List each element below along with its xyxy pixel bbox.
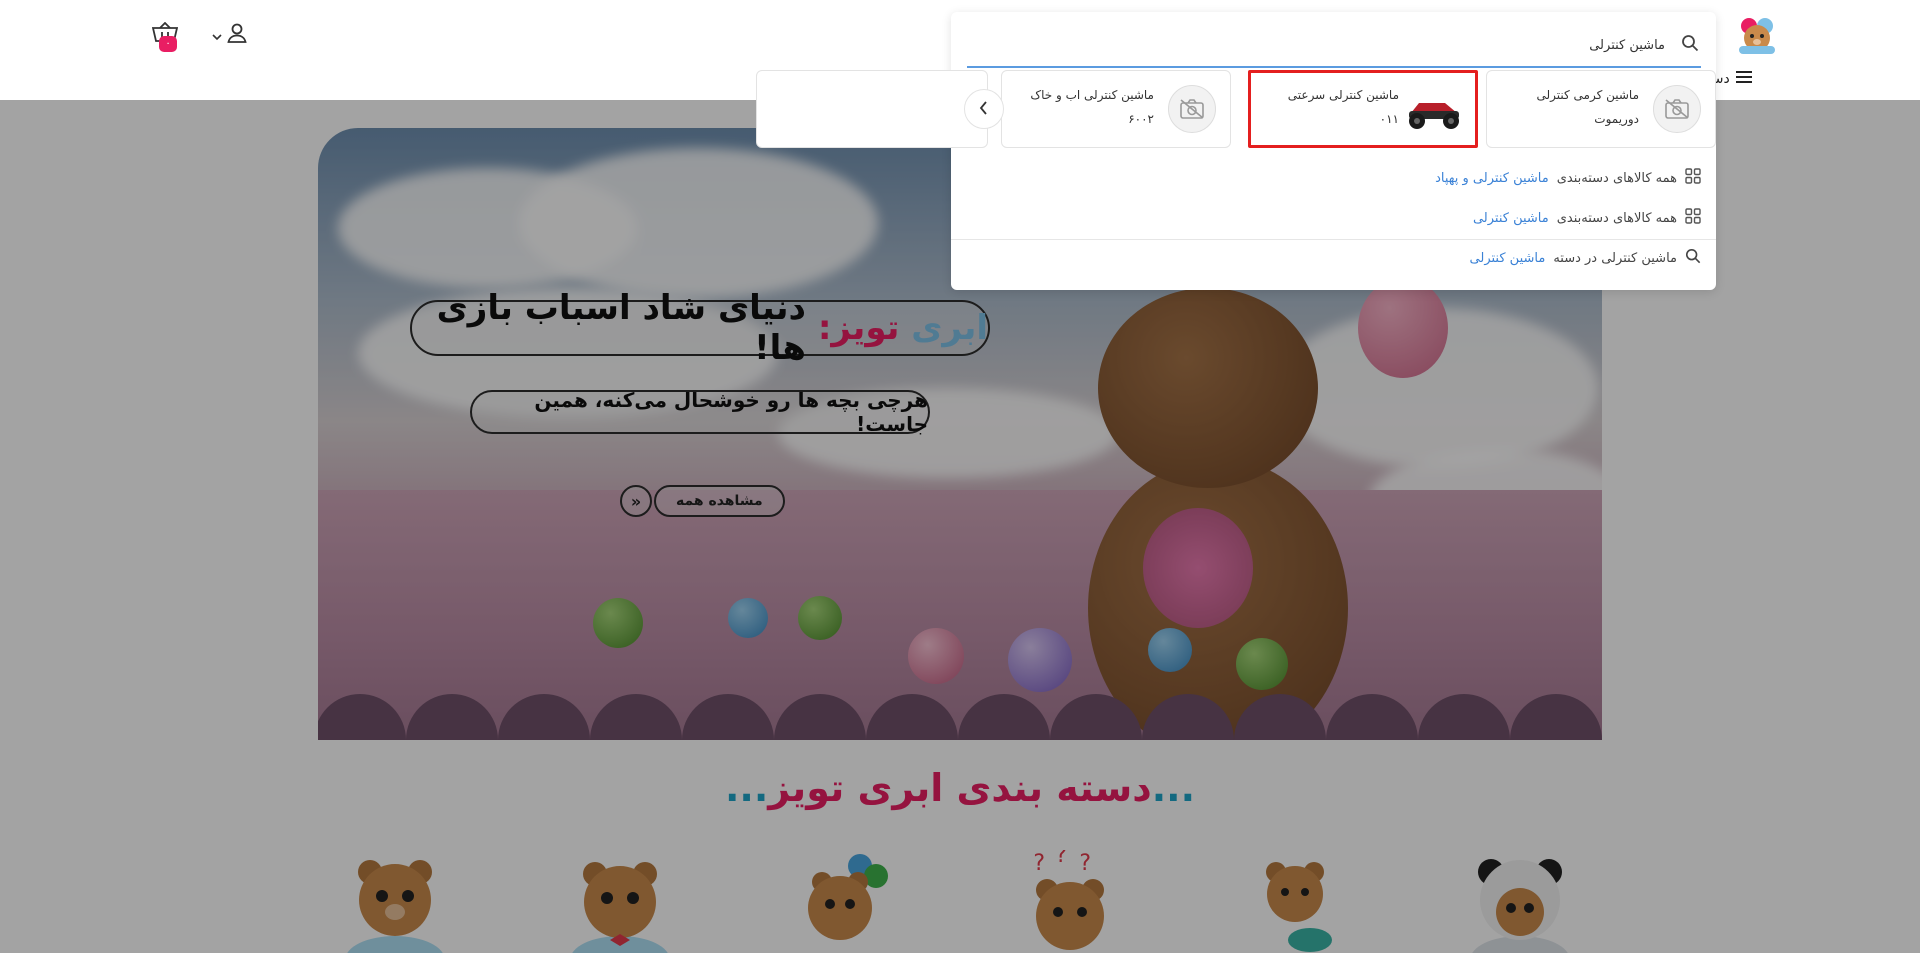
rc-car-image [1403, 87, 1465, 135]
search-dropdown: ماشین کرمی کنترلی دوریموت ماشین کنترلی س… [756, 12, 1716, 290]
user-icon [226, 22, 248, 48]
product-card[interactable]: ماشین کرمی کنترلی دوریموت [1486, 70, 1716, 148]
search-icon [1685, 248, 1701, 268]
search-input[interactable] [1005, 34, 1665, 56]
chevron-down-icon [212, 26, 222, 45]
no-image-icon [1168, 85, 1216, 133]
cart-button[interactable]: ۰ [144, 21, 179, 56]
product-card-partial[interactable] [756, 70, 988, 148]
suggestion-link[interactable]: ماشین کنترلی [1470, 251, 1546, 266]
suggestion-link[interactable]: ماشین کنترلی و پهپاد [1435, 171, 1549, 186]
account-button[interactable] [212, 22, 248, 48]
grid-icon [1685, 208, 1701, 228]
no-image-icon [1653, 85, 1701, 133]
site-logo[interactable] [1733, 14, 1781, 56]
product-card-highlighted[interactable]: ماشین کنترلی سرعتی ۰۱۱ [1248, 70, 1478, 148]
suggestion-prefix: ماشین کنترلی در دسته [1553, 250, 1677, 266]
chevron-left-icon [979, 100, 989, 119]
product-name: ماشین کرمی کنترلی دوریموت [1536, 88, 1639, 126]
product-card[interactable]: ماشین کنترلی اب و خاک ۶۰۰۲ [1001, 70, 1231, 148]
suggestion-category[interactable]: همه کالاهای دسته‌بندی ماشین کنترلی [1473, 200, 1701, 236]
product-name: ماشین کنترلی اب و خاک ۶۰۰۲ [1030, 88, 1154, 126]
grid-icon [1685, 168, 1701, 188]
carousel-next-button[interactable] [964, 89, 1004, 129]
suggestion-link[interactable]: ماشین کنترلی [1473, 211, 1549, 226]
search-icon [1681, 34, 1699, 56]
suggestion-category[interactable]: همه کالاهای دسته‌بندی ماشین کنترلی و پهپ… [1435, 160, 1701, 196]
search-bar [967, 24, 1701, 68]
suggestion-prefix: همه کالاهای دسته‌بندی [1556, 170, 1677, 186]
cart-count-badge: ۰ [159, 36, 177, 52]
suggestion-prefix: همه کالاهای دسته‌بندی [1556, 210, 1677, 226]
product-name: ماشین کنترلی سرعتی ۰۱۱ [1287, 88, 1399, 126]
suggestion-search-in-category[interactable]: ماشین کنترلی در دسته ماشین کنترلی [1470, 240, 1701, 276]
menu-icon [1735, 70, 1752, 88]
